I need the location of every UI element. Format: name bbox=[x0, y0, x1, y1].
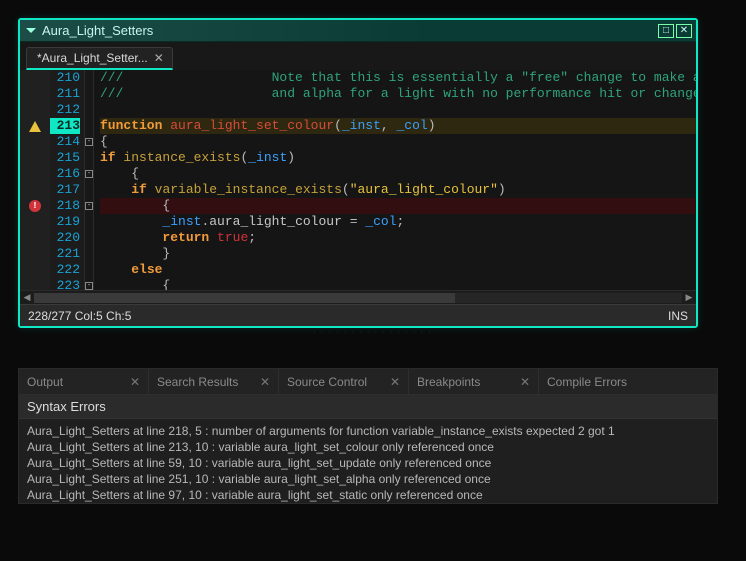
fold-toggle-icon[interactable]: - bbox=[85, 170, 93, 178]
error-row[interactable]: Aura_Light_Setters at line 251, 10 : var… bbox=[19, 471, 717, 487]
close-button[interactable]: ✕ bbox=[676, 24, 692, 38]
line-number[interactable]: 213 bbox=[50, 118, 80, 134]
close-icon[interactable]: ✕ bbox=[130, 375, 140, 389]
error-row[interactable]: Aura_Light_Setters at line 213, 10 : var… bbox=[19, 439, 717, 455]
scroll-left-icon[interactable]: ◀ bbox=[22, 292, 32, 303]
code-lines[interactable]: /// Note that this is essentially a "fre… bbox=[94, 70, 696, 290]
error-row[interactable]: Aura_Light_Setters at line 59, 10 : vari… bbox=[19, 455, 717, 471]
line-number[interactable]: 218 bbox=[50, 198, 80, 214]
line-number[interactable]: 223 bbox=[50, 278, 80, 290]
status-bar: 228/277 Col:5 Ch:5 INS bbox=[20, 304, 696, 326]
output-panel: Output✕Search Results✕Source Control✕Bre… bbox=[18, 368, 718, 504]
panel-header: Syntax Errors bbox=[19, 395, 717, 419]
scroll-right-icon[interactable]: ▶ bbox=[684, 292, 694, 303]
code-line[interactable]: { bbox=[100, 198, 696, 214]
panel-tab[interactable]: Output ✕ bbox=[19, 369, 149, 394]
panel-tab[interactable]: Search Results ✕ bbox=[149, 369, 279, 394]
line-number[interactable]: 217 bbox=[50, 182, 80, 198]
code-line[interactable]: if variable_instance_exists("aura_light_… bbox=[100, 182, 696, 198]
code-line[interactable]: return true; bbox=[100, 230, 696, 246]
marker-gutter: ! bbox=[20, 70, 50, 290]
tab-bar: *Aura_Light_Setter... ✕ bbox=[20, 42, 696, 70]
fold-toggle-icon[interactable]: - bbox=[85, 138, 93, 146]
line-number[interactable]: 221 bbox=[50, 246, 80, 262]
panel-tab[interactable]: Compile Errors bbox=[539, 369, 717, 394]
cursor-position: 228/277 Col:5 Ch:5 bbox=[28, 309, 131, 323]
code-line[interactable]: { bbox=[100, 166, 696, 182]
fold-gutter: - - - - bbox=[84, 70, 94, 290]
warning-icon[interactable] bbox=[29, 121, 41, 132]
code-line[interactable]: { bbox=[100, 278, 696, 290]
close-icon[interactable]: ✕ bbox=[390, 375, 400, 389]
code-line[interactable]: /// Note that this is essentially a "fre… bbox=[100, 70, 696, 86]
code-area[interactable]: ! 21021121221321421521621721821922022122… bbox=[20, 70, 696, 290]
error-row[interactable]: Aura_Light_Setters at line 97, 10 : vari… bbox=[19, 487, 717, 503]
line-number[interactable]: 215 bbox=[50, 150, 80, 166]
error-icon[interactable]: ! bbox=[29, 200, 41, 212]
code-line[interactable]: _inst.aura_light_colour = _col; bbox=[100, 214, 696, 230]
error-list[interactable]: Aura_Light_Setters at line 218, 5 : numb… bbox=[19, 419, 717, 503]
insert-mode: INS bbox=[668, 309, 688, 323]
tab-label: *Aura_Light_Setter... bbox=[37, 51, 148, 65]
fold-toggle-icon[interactable]: - bbox=[85, 282, 93, 290]
code-editor-window: Aura_Light_Setters □ ✕ *Aura_Light_Sette… bbox=[18, 18, 698, 328]
collapse-icon[interactable] bbox=[26, 28, 36, 33]
scroll-thumb[interactable] bbox=[34, 293, 455, 303]
panel-tab-label: Search Results bbox=[157, 375, 238, 389]
line-number[interactable]: 219 bbox=[50, 214, 80, 230]
panel-tab-label: Breakpoints bbox=[417, 375, 480, 389]
line-number[interactable]: 210 bbox=[50, 70, 80, 86]
horizontal-scrollbar[interactable]: ◀ ▶ bbox=[20, 290, 696, 304]
titlebar[interactable]: Aura_Light_Setters □ ✕ bbox=[20, 20, 696, 42]
line-number[interactable]: 212 bbox=[50, 102, 80, 118]
line-number[interactable]: 214 bbox=[50, 134, 80, 150]
line-number[interactable]: 220 bbox=[50, 230, 80, 246]
close-icon[interactable]: ✕ bbox=[520, 375, 530, 389]
code-line[interactable] bbox=[100, 102, 696, 118]
line-number-gutter: 2102112122132142152162172182192202212222… bbox=[50, 70, 84, 290]
panel-tab-bar: Output✕Search Results✕Source Control✕Bre… bbox=[19, 369, 717, 395]
line-number[interactable]: 222 bbox=[50, 262, 80, 278]
close-icon[interactable]: ✕ bbox=[154, 51, 164, 65]
error-row[interactable]: Aura_Light_Setters at line 218, 5 : numb… bbox=[19, 423, 717, 439]
code-line[interactable]: else bbox=[100, 262, 696, 278]
line-number[interactable]: 216 bbox=[50, 166, 80, 182]
resize-grip[interactable]: · · · · · · · · · · · · · · · · bbox=[18, 330, 728, 338]
code-line[interactable]: } bbox=[100, 246, 696, 262]
panel-tab[interactable]: Breakpoints ✕ bbox=[409, 369, 539, 394]
editor-tab[interactable]: *Aura_Light_Setter... ✕ bbox=[26, 47, 173, 70]
panel-tab-label: Source Control bbox=[287, 375, 367, 389]
panel-tab-label: Compile Errors bbox=[547, 375, 627, 389]
code-line[interactable]: function aura_light_set_colour(_inst, _c… bbox=[100, 118, 696, 134]
code-line[interactable]: /// and alpha for a light with no perfor… bbox=[100, 86, 696, 102]
code-line[interactable]: { bbox=[100, 134, 696, 150]
scroll-track[interactable] bbox=[34, 293, 682, 303]
close-icon[interactable]: ✕ bbox=[260, 375, 270, 389]
fold-toggle-icon[interactable]: - bbox=[85, 202, 93, 210]
panel-tab[interactable]: Source Control ✕ bbox=[279, 369, 409, 394]
line-number[interactable]: 211 bbox=[50, 86, 80, 102]
window-title: Aura_Light_Setters bbox=[42, 23, 656, 38]
code-line[interactable]: if instance_exists(_inst) bbox=[100, 150, 696, 166]
maximize-button[interactable]: □ bbox=[658, 24, 674, 38]
panel-tab-label: Output bbox=[27, 375, 63, 389]
